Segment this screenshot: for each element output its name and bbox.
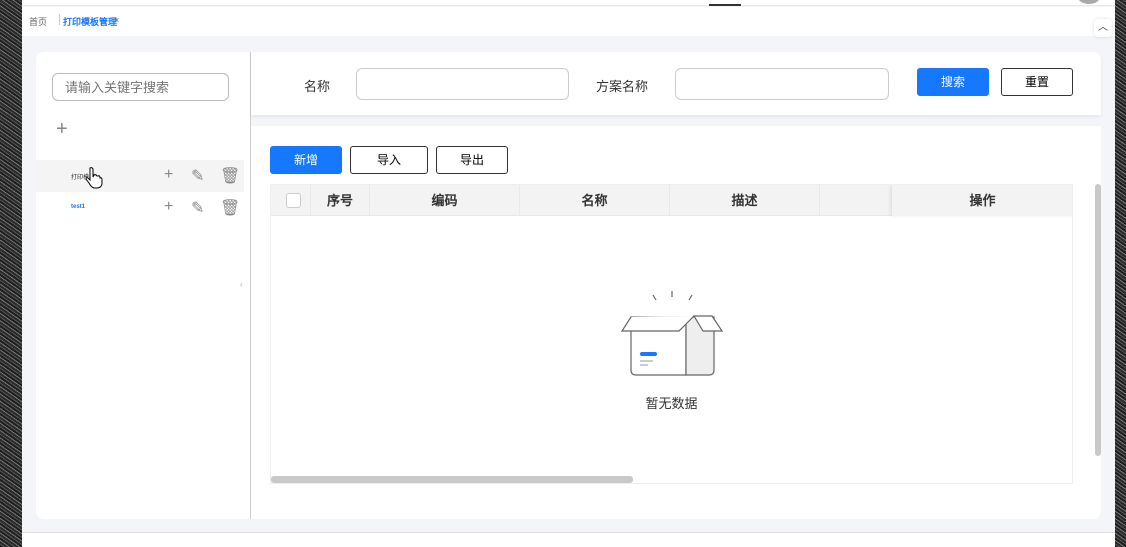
column-header[interactable]: 描述 bbox=[670, 185, 820, 216]
name-input[interactable] bbox=[356, 68, 569, 100]
add-button[interactable]: 新增 bbox=[270, 146, 342, 174]
tab-print-template[interactable]: 打印模板管理 bbox=[63, 15, 117, 28]
mouse-cursor-icon bbox=[85, 167, 103, 189]
app-window: 首页 打印模板管理 × ︿ + 打印模板 + ✎ 🗑 test1 + ✎ 🗑 ‹… bbox=[22, 0, 1115, 547]
top-bar bbox=[22, 0, 1115, 6]
filter-panel: 名称 方案名称 搜索 重置 bbox=[251, 52, 1101, 115]
active-indicator bbox=[709, 4, 741, 6]
vertical-scrollbar[interactable] bbox=[1095, 184, 1101, 456]
column-header[interactable]: 操作 bbox=[892, 185, 1072, 216]
data-table: 序号 编码 名称 描述 方案 操作 暂无数据 bbox=[270, 184, 1073, 484]
add-root-icon[interactable]: + bbox=[56, 118, 68, 141]
reset-button[interactable]: 重置 bbox=[1001, 68, 1073, 96]
footer-bar bbox=[22, 532, 1115, 547]
tree-panel: + 打印模板 + ✎ 🗑 test1 + ✎ 🗑 ‹ bbox=[36, 52, 250, 519]
tree-item[interactable]: 打印模板 + ✎ 🗑 bbox=[36, 160, 244, 192]
tab-home[interactable]: 首页 bbox=[29, 15, 47, 28]
tree-item[interactable]: test1 + ✎ 🗑 bbox=[36, 192, 244, 224]
add-icon[interactable]: + bbox=[164, 166, 173, 184]
empty-box-icon bbox=[620, 291, 724, 376]
import-button[interactable]: 导入 bbox=[350, 146, 428, 174]
edit-icon[interactable]: ✎ bbox=[191, 166, 204, 186]
table-panel: 新增 导入 导出 序号 编码 名称 描述 方案 操作 暂无数据 bbox=[251, 126, 1101, 519]
select-all-checkbox[interactable] bbox=[286, 193, 301, 208]
scheme-name-label: 方案名称 bbox=[596, 79, 649, 94]
collapse-handle-icon[interactable]: ‹ bbox=[240, 280, 243, 289]
search-button[interactable]: 搜索 bbox=[917, 68, 989, 96]
column-header[interactable]: 序号 bbox=[311, 185, 370, 216]
desktop-background bbox=[0, 0, 22, 547]
select-all-cell bbox=[271, 185, 311, 216]
tab-close-icon[interactable]: × bbox=[114, 15, 119, 25]
edit-icon[interactable]: ✎ bbox=[191, 198, 204, 218]
export-button[interactable]: 导出 bbox=[436, 146, 508, 174]
tree-item-label: test1 bbox=[71, 204, 86, 210]
name-label: 名称 bbox=[304, 79, 331, 94]
empty-text: 暂无数据 bbox=[645, 396, 698, 411]
avatar[interactable] bbox=[1078, 0, 1100, 4]
desktop-background bbox=[1115, 0, 1126, 547]
scheme-name-input[interactable] bbox=[675, 68, 889, 100]
tree-search-input[interactable] bbox=[52, 73, 229, 101]
delete-icon[interactable]: 🗑 bbox=[220, 198, 240, 218]
horizontal-scrollbar[interactable] bbox=[271, 476, 633, 483]
add-icon[interactable]: + bbox=[164, 198, 173, 216]
tab-bar: 首页 打印模板管理 × ︿ bbox=[22, 7, 1115, 37]
tab-divider bbox=[59, 14, 60, 25]
column-header[interactable]: 名称 bbox=[520, 185, 670, 216]
table-header: 序号 编码 名称 描述 方案 操作 bbox=[271, 185, 1072, 216]
column-header[interactable]: 编码 bbox=[370, 185, 520, 216]
chevron-up-icon[interactable]: ︿ bbox=[1094, 19, 1112, 37]
delete-icon[interactable]: 🗑 bbox=[220, 166, 240, 186]
